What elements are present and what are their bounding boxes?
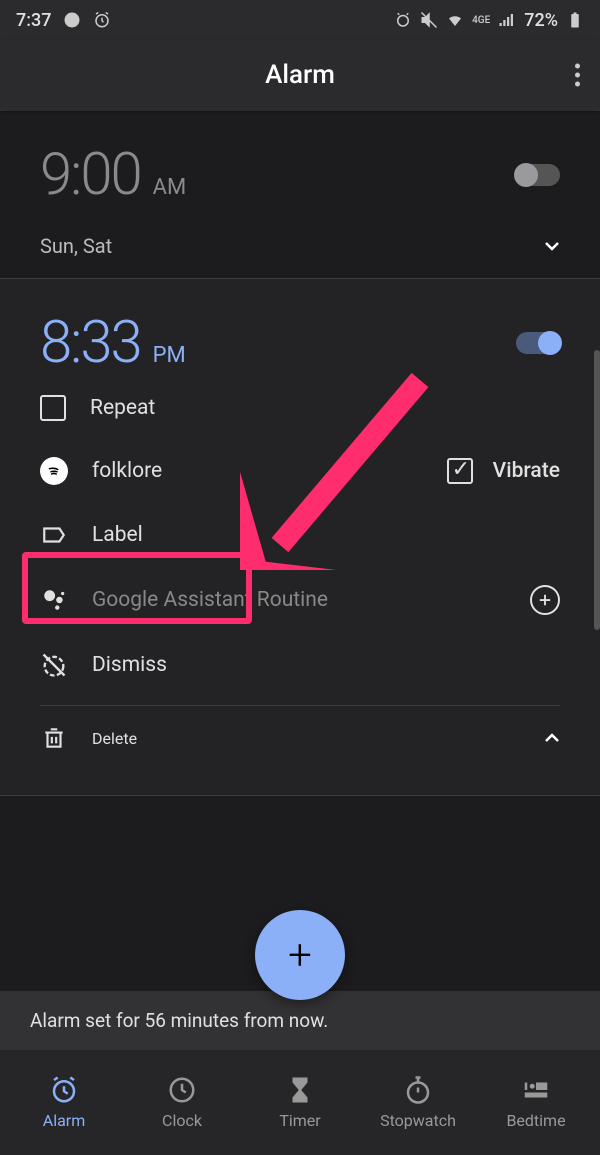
label-row[interactable]: Label (0, 503, 600, 567)
alarm-time-value: 9:00 (40, 141, 141, 209)
nav-alarm[interactable]: Alarm (5, 1075, 123, 1130)
sound-label: folklore (92, 459, 162, 483)
nav-stopwatch[interactable]: Stopwatch (359, 1075, 477, 1130)
nav-alarm-label: Alarm (43, 1111, 85, 1130)
status-bar: 7:37 4GE 72% (0, 0, 600, 40)
more-options-button[interactable] (575, 64, 580, 87)
vibrate-label: Vibrate (493, 459, 560, 483)
alarm-toggle-1[interactable] (516, 164, 560, 186)
repeat-label: Repeat (90, 396, 155, 420)
alarm-icon (49, 1075, 79, 1105)
battery-percent: 72% (524, 10, 558, 31)
add-routine-button[interactable] (530, 585, 560, 615)
repeat-row[interactable]: Repeat (0, 377, 600, 439)
nav-clock[interactable]: Clock (123, 1075, 241, 1130)
battery-icon (566, 11, 584, 29)
alarm-ampm-2: PM (153, 343, 186, 368)
vibrate-row[interactable]: Vibrate (447, 458, 560, 484)
nav-bedtime-label: Bedtime (506, 1111, 565, 1130)
delete-label: Delete (92, 729, 137, 748)
alarm-days: Sun, Sat (40, 234, 112, 258)
mute-icon (420, 11, 438, 29)
label-text: Label (92, 523, 143, 547)
bottom-nav: Alarm Clock Timer Stopwatch Bedtime (0, 1050, 600, 1155)
chevron-down-icon[interactable] (544, 241, 560, 251)
dismiss-row[interactable]: Dismiss (0, 633, 600, 697)
routine-label: Google Assistant Routine (92, 588, 328, 612)
chevron-up-icon[interactable] (544, 733, 560, 743)
alarm-time-value-2: 8:33 (40, 309, 141, 377)
google-assistant-icon (40, 586, 68, 614)
snackbar-text: Alarm set for 56 minutes from now. (30, 1009, 328, 1032)
app-header: Alarm (0, 40, 600, 110)
dismiss-label: Dismiss (92, 653, 167, 677)
page-title: Alarm (265, 60, 335, 90)
stopwatch-icon (403, 1075, 433, 1105)
delete-row[interactable]: Delete (40, 724, 137, 752)
sound-row[interactable]: folklore (40, 457, 162, 485)
alarm-item-1[interactable]: 9:00 AM Sun, Sat (0, 110, 600, 278)
alarm-set-icon (394, 11, 412, 29)
spotify-icon (40, 457, 68, 485)
nav-timer-label: Timer (279, 1111, 320, 1130)
bed-icon (521, 1075, 551, 1105)
alarm-time-display[interactable]: 9:00 AM (40, 141, 186, 209)
trash-icon (40, 724, 68, 752)
signal-icon (498, 11, 516, 29)
status-time: 7:37 (16, 10, 51, 31)
nav-timer[interactable]: Timer (241, 1075, 359, 1130)
repeat-checkbox[interactable] (40, 395, 66, 421)
plus-icon: + (288, 931, 312, 980)
nav-clock-label: Clock (162, 1111, 202, 1130)
alarm-item-2: 8:33 PM Repeat folklore Vibrate (0, 278, 600, 796)
routine-row[interactable]: Google Assistant Routine (0, 567, 600, 633)
alarm-status-icon (93, 11, 111, 29)
alarm-time-display-2[interactable]: 8:33 PM (40, 309, 186, 377)
vibrate-checkbox[interactable] (447, 458, 473, 484)
label-icon (40, 521, 68, 549)
network-icon: 4GE (472, 15, 490, 26)
wifi-icon (446, 11, 464, 29)
clock-icon (167, 1075, 197, 1105)
hourglass-icon (285, 1075, 315, 1105)
alarm-ampm: AM (153, 175, 187, 200)
nav-stopwatch-label: Stopwatch (380, 1111, 456, 1130)
reddit-icon (63, 11, 81, 29)
add-alarm-fab[interactable]: + (255, 910, 345, 1000)
alarm-off-icon (40, 651, 68, 679)
alarm-toggle-2[interactable] (516, 332, 560, 354)
nav-bedtime[interactable]: Bedtime (477, 1075, 595, 1130)
scrollbar[interactable] (594, 350, 600, 630)
